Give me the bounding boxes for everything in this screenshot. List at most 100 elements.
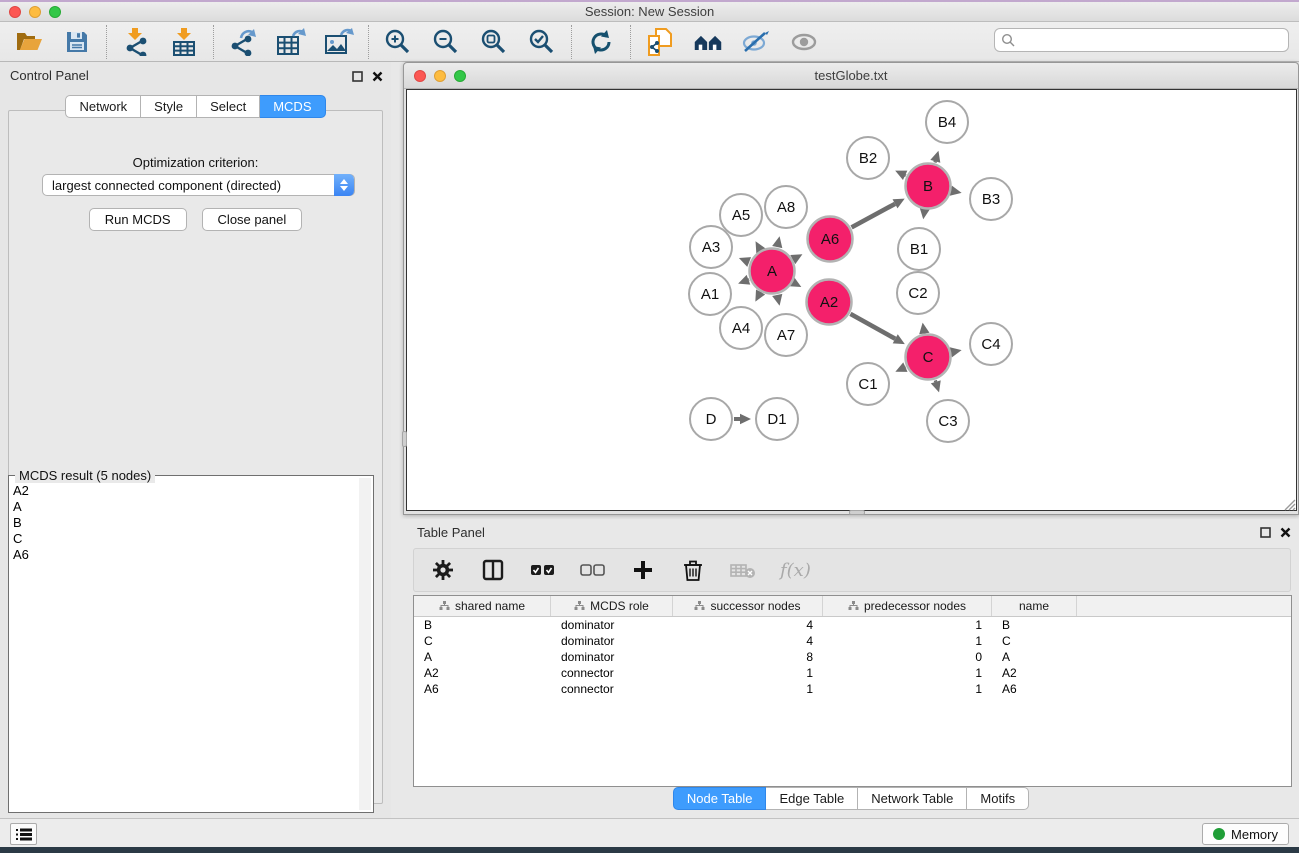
result-item[interactable]: A bbox=[13, 499, 357, 515]
deselect-all-icon[interactable] bbox=[580, 557, 606, 583]
graph-edge-A6-B[interactable] bbox=[852, 204, 895, 228]
network-window-titlebar[interactable]: testGlobe.txt bbox=[404, 63, 1298, 89]
first-neighbors-icon[interactable] bbox=[693, 27, 723, 57]
tab-style[interactable]: Style bbox=[141, 95, 197, 118]
result-item[interactable]: B bbox=[13, 515, 357, 531]
resize-grip-icon[interactable] bbox=[1282, 497, 1296, 511]
minimize-window-button[interactable] bbox=[29, 6, 41, 18]
zoom-out-icon[interactable] bbox=[431, 27, 461, 57]
graph-edge-A2-C[interactable] bbox=[850, 314, 895, 339]
graph-node-B4[interactable]: B4 bbox=[926, 101, 968, 143]
result-item[interactable]: C bbox=[13, 531, 357, 547]
table-row[interactable]: Cdominator41C bbox=[414, 633, 1291, 649]
save-session-icon[interactable] bbox=[62, 27, 92, 57]
open-file-icon[interactable] bbox=[14, 27, 44, 57]
show-eye-icon[interactable] bbox=[789, 27, 819, 57]
import-table-icon[interactable] bbox=[169, 27, 199, 57]
graph-node-C3[interactable]: C3 bbox=[927, 400, 969, 442]
graph-node-A6[interactable]: A6 bbox=[808, 217, 853, 262]
column-header-shared-name[interactable]: shared name bbox=[414, 596, 551, 616]
network-close-button[interactable] bbox=[414, 70, 426, 82]
graph-node-A7[interactable]: A7 bbox=[765, 314, 807, 356]
search-input[interactable] bbox=[1020, 33, 1282, 47]
table-row[interactable]: A2connector11A2 bbox=[414, 665, 1291, 681]
delete-icon[interactable] bbox=[680, 557, 706, 583]
graph-svg[interactable]: A A1 A3A5A8 A4A7 A6 A2 B B1 B2 B3 B4 C C1 C2 C3 C4 D D1 bbox=[407, 90, 1298, 514]
tab-network[interactable]: Network bbox=[65, 95, 141, 118]
memory-label: Memory bbox=[1231, 827, 1278, 842]
graph-node-A4[interactable]: A4 bbox=[720, 307, 762, 349]
float-table-panel-icon[interactable] bbox=[1260, 527, 1271, 538]
svg-text:D1: D1 bbox=[767, 411, 786, 428]
add-column-icon[interactable] bbox=[630, 557, 656, 583]
column-header-successor-nodes[interactable]: successor nodes bbox=[673, 596, 823, 616]
zoom-in-icon[interactable] bbox=[383, 27, 413, 57]
network-zoom-button[interactable] bbox=[454, 70, 466, 82]
svg-text:B4: B4 bbox=[938, 114, 956, 131]
node-table[interactable]: shared nameMCDS rolesuccessor nodesprede… bbox=[413, 595, 1292, 787]
table-tab-network-table[interactable]: Network Table bbox=[858, 787, 967, 810]
export-image-icon[interactable] bbox=[324, 27, 354, 57]
settings-gear-icon[interactable] bbox=[430, 557, 456, 583]
criterion-dropdown[interactable]: largest connected component (directed) bbox=[42, 174, 355, 196]
table-tab-motifs[interactable]: Motifs bbox=[967, 787, 1029, 810]
table-tab-edge-table[interactable]: Edge Table bbox=[766, 787, 858, 810]
float-panel-icon[interactable] bbox=[352, 71, 363, 82]
graph-node-A8[interactable]: A8 bbox=[765, 186, 807, 228]
table-row[interactable]: Adominator80A bbox=[414, 649, 1291, 665]
graph-node-B2[interactable]: B2 bbox=[847, 137, 889, 179]
column-tree-icon bbox=[439, 601, 450, 611]
tab-mcds[interactable]: MCDS bbox=[260, 95, 325, 118]
graph-node-B1[interactable]: B1 bbox=[898, 228, 940, 270]
tab-select[interactable]: Select bbox=[197, 95, 260, 118]
graph-node-C1[interactable]: C1 bbox=[847, 363, 889, 405]
result-item[interactable]: A2 bbox=[13, 483, 357, 499]
memory-button[interactable]: Memory bbox=[1202, 823, 1289, 845]
panel-grip-bottom[interactable] bbox=[849, 510, 865, 515]
graph-node-C4[interactable]: C4 bbox=[970, 323, 1012, 365]
zoom-selected-icon[interactable] bbox=[527, 27, 557, 57]
search-box[interactable] bbox=[994, 28, 1289, 52]
zoom-fit-icon[interactable] bbox=[479, 27, 509, 57]
graph-node-A3[interactable]: A3 bbox=[690, 226, 732, 268]
export-network-icon[interactable] bbox=[228, 27, 258, 57]
table-row[interactable]: A6connector11A6 bbox=[414, 681, 1291, 697]
column-view-icon[interactable] bbox=[480, 557, 506, 583]
graph-node-D[interactable]: D bbox=[690, 398, 732, 440]
result-item[interactable]: A6 bbox=[13, 547, 357, 563]
graph-node-B[interactable]: B bbox=[906, 164, 951, 209]
table-tab-node-table[interactable]: Node Table bbox=[673, 787, 767, 810]
refresh-icon[interactable] bbox=[586, 27, 616, 57]
graph-node-A[interactable]: A bbox=[750, 249, 795, 294]
column-header-MCDS-role[interactable]: MCDS role bbox=[551, 596, 673, 616]
graph-node-A1[interactable]: A1 bbox=[689, 273, 731, 315]
column-header-name[interactable]: name bbox=[992, 596, 1077, 616]
panel-grip-left[interactable] bbox=[402, 431, 407, 447]
svg-text:C4: C4 bbox=[981, 336, 1000, 353]
graph-node-B3[interactable]: B3 bbox=[970, 178, 1012, 220]
close-table-panel-icon[interactable] bbox=[1280, 527, 1291, 538]
close-panel-icon[interactable] bbox=[372, 71, 383, 82]
export-table-icon[interactable] bbox=[276, 27, 306, 57]
titlebar: Session: New Session bbox=[0, 2, 1299, 22]
clone-network-icon[interactable] bbox=[645, 27, 675, 57]
column-header-predecessor-nodes[interactable]: predecessor nodes bbox=[823, 596, 992, 616]
hide-annotations-icon[interactable] bbox=[741, 27, 771, 57]
task-history-button[interactable] bbox=[10, 823, 37, 845]
close-panel-button[interactable]: Close panel bbox=[202, 208, 303, 231]
import-network-icon[interactable] bbox=[121, 27, 151, 57]
close-window-button[interactable] bbox=[9, 6, 21, 18]
zoom-window-button[interactable] bbox=[49, 6, 61, 18]
network-minimize-button[interactable] bbox=[434, 70, 446, 82]
graph-node-A5[interactable]: A5 bbox=[720, 194, 762, 236]
graph-node-C2[interactable]: C2 bbox=[897, 272, 939, 314]
mcds-result-list[interactable]: A2ABCA6 bbox=[13, 483, 357, 808]
run-mcds-button[interactable]: Run MCDS bbox=[89, 208, 187, 231]
table-row[interactable]: Bdominator41B bbox=[414, 617, 1291, 633]
select-all-icon[interactable] bbox=[530, 557, 556, 583]
graph-node-C[interactable]: C bbox=[906, 335, 951, 380]
graph-node-D1[interactable]: D1 bbox=[756, 398, 798, 440]
result-scrollbar[interactable] bbox=[359, 478, 371, 810]
network-canvas[interactable]: A A1 A3A5A8 A4A7 A6 A2 B B1 B2 B3 B4 C C1 C2 C3 C4 D D1 bbox=[406, 89, 1297, 511]
graph-node-A2[interactable]: A2 bbox=[807, 280, 852, 325]
